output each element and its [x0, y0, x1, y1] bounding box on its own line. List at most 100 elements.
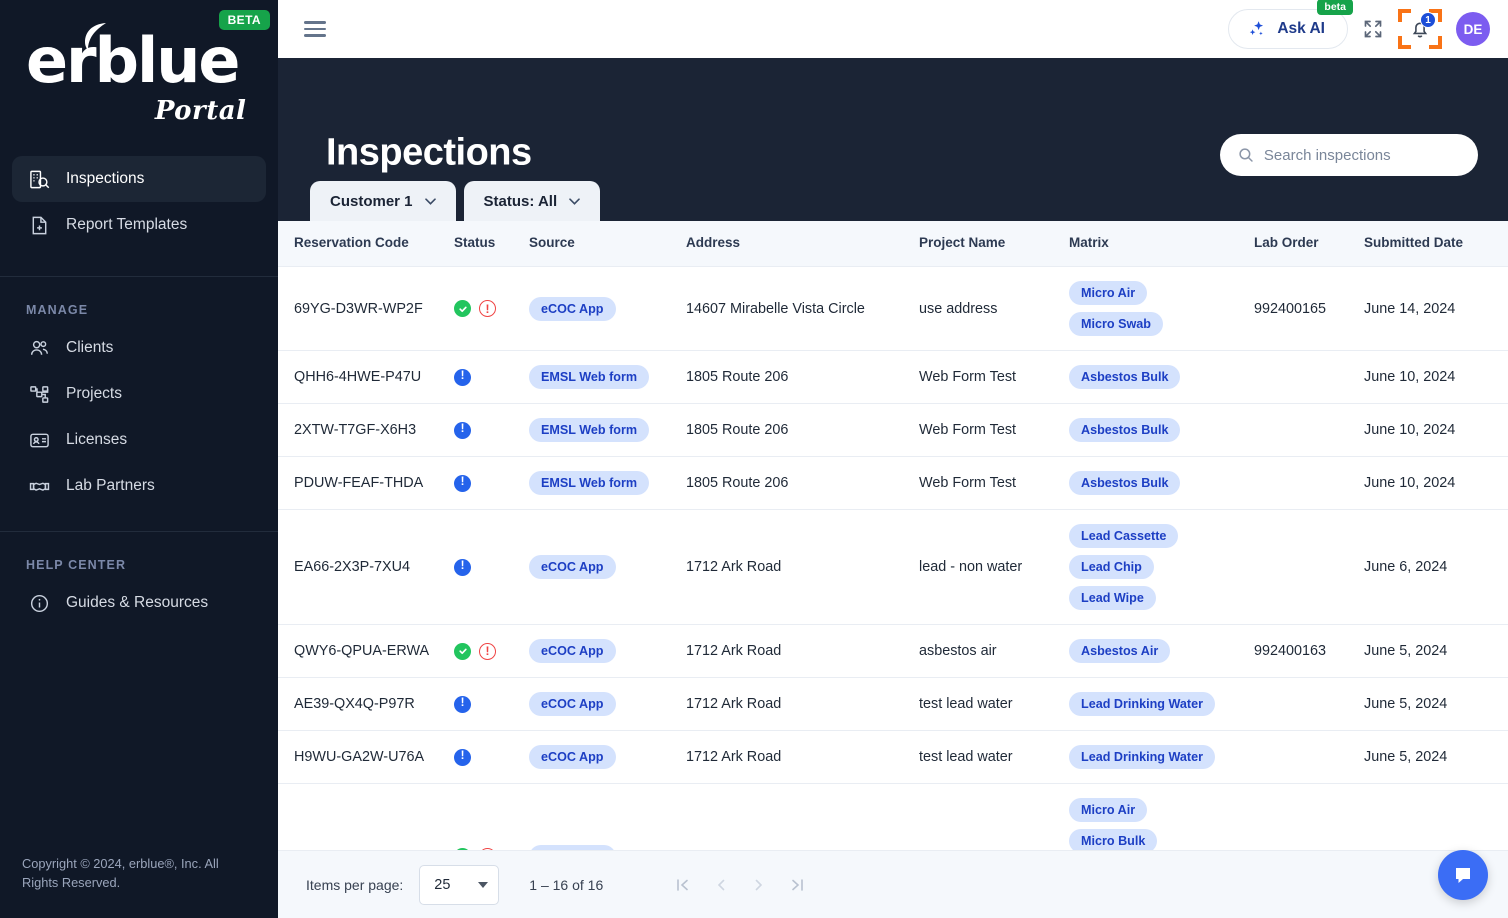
col-header-source[interactable]: Source [529, 221, 686, 267]
cell-source: EMSL Web form [529, 403, 686, 457]
table-row[interactable]: EA66-2X3P-7XU4! eCOC App 1712 Ark Road lead… [278, 509, 1508, 625]
cell-lab-order: 992400163 [1254, 624, 1364, 678]
items-per-page-value: 25 [434, 876, 451, 893]
prev-page-icon[interactable] [709, 873, 733, 897]
last-page-icon[interactable] [785, 873, 809, 897]
sidebar-item-projects[interactable]: Projects [12, 371, 266, 417]
cell-status: ! [454, 403, 529, 457]
sidebar-nav-manage: Clients Projects Licenses Lab Partners [0, 325, 278, 509]
filter-tabs: Customer 1 Status: All [310, 181, 601, 221]
cell-address: 1712 Ark Road [686, 624, 919, 678]
handshake-icon [28, 475, 50, 497]
status-error-icon: ! [479, 642, 496, 660]
cell-source: EMSL Web form [529, 456, 686, 510]
cell-matrix: Lead Drinking Water [1069, 677, 1254, 731]
cell-address: 1805 Route 206 [686, 456, 919, 510]
source-chip: eCOC App [529, 745, 616, 769]
filter-status[interactable]: Status: All [463, 181, 601, 221]
cell-project-name: test lead water [919, 730, 1069, 784]
table-row[interactable]: QWY6-QPUA-ERWA! eCOC App 1712 Ark Road asbe… [278, 624, 1508, 678]
table-row[interactable]: 69YG-D3WR-WP2F! eCOC App 14607 Mirabelle V… [278, 266, 1508, 351]
cell-status: ! [454, 677, 529, 731]
table-head: Reservation Code Status Source Address P… [278, 221, 1508, 267]
table-row[interactable]: H9WU-GA2W-U76A! eCOC App 1712 Ark Road test… [278, 730, 1508, 784]
cell-matrix: Asbestos Bulk [1069, 403, 1254, 457]
col-header-reservation-code[interactable]: Reservation Code [278, 221, 454, 267]
sidebar-item-clients[interactable]: Clients [12, 325, 266, 371]
filter-status-label: Status: All [483, 192, 558, 210]
table-row[interactable]: 2XTW-T7GF-X6H3! EMSL Web form 1805 Route 2… [278, 403, 1508, 457]
next-page-icon[interactable] [747, 873, 771, 897]
highlight-corner-tl [1398, 9, 1411, 22]
cell-status: ! [454, 266, 529, 351]
status-ok-icon [454, 642, 471, 660]
ask-ai-button[interactable]: Ask AI beta [1228, 0, 1353, 49]
sidebar-item-licenses[interactable]: Licenses [12, 417, 266, 463]
sitemap-icon [28, 383, 50, 405]
status-ok-icon [454, 300, 471, 317]
status-info-icon: ! [454, 474, 471, 492]
col-header-address[interactable]: Address [686, 221, 919, 267]
users-icon [28, 337, 50, 359]
table-row[interactable]: PDUW-FEAF-THDA! EMSL Web form 1805 Route 2… [278, 456, 1508, 510]
ask-ai-label: Ask AI [1277, 20, 1325, 37]
beta-badge: BETA [218, 10, 270, 30]
chat-bubble-icon[interactable] [1438, 850, 1488, 900]
cell-submitted-date: June 5, 2024 [1364, 677, 1508, 731]
search-box[interactable] [1220, 134, 1478, 176]
app-root: erblue Portal BETA Inspections Report Te… [0, 0, 1508, 918]
search-icon [1239, 148, 1253, 162]
cell-source: eCOC App [529, 266, 686, 351]
cell-submitted-date: June 5, 2024 [1364, 730, 1508, 784]
chevron-down-icon [569, 197, 580, 205]
status-info-icon: ! [454, 368, 471, 386]
cell-project-name: Web Form Test [919, 456, 1069, 510]
sidebar-item-report-templates[interactable]: Report Templates [12, 202, 266, 248]
cell-matrix: Asbestos Bulk [1069, 456, 1254, 510]
avatar[interactable]: DE [1456, 12, 1490, 46]
cell-status: ! [454, 624, 529, 678]
col-header-lab-order[interactable]: Lab Order [1254, 221, 1364, 267]
sidebar-item-label: Guides & Resources [66, 594, 209, 611]
search-input[interactable] [1263, 146, 1460, 164]
col-header-project-name[interactable]: Project Name [919, 221, 1069, 267]
status-info-icon: ! [454, 748, 471, 766]
sidebar-item-guides-resources[interactable]: Guides & Resources [12, 580, 266, 626]
table-row[interactable]: AE39-QX4Q-P97R! eCOC App 1712 Ark Road test… [278, 677, 1508, 731]
matrix-chip: Micro Air [1069, 798, 1148, 822]
cell-submitted-date: June 14, 2024 [1364, 266, 1508, 351]
source-chip: EMSL Web form [529, 471, 650, 495]
cell-reservation-code: PDUW-FEAF-THDA [278, 456, 454, 510]
status-error-icon: ! [479, 300, 496, 317]
sidebar-item-inspections[interactable]: Inspections [12, 156, 266, 202]
chevron-down-icon [478, 881, 489, 888]
sidebar-item-lab-partners[interactable]: Lab Partners [12, 463, 266, 509]
sidebar-copyright: Copyright © 2024, erblue®, Inc. All Righ… [22, 855, 219, 890]
cell-status: ! [454, 730, 529, 784]
hamburger-icon[interactable] [304, 21, 326, 37]
col-header-submitted-date[interactable]: Submitted Date [1364, 221, 1508, 267]
col-header-matrix[interactable]: Matrix [1069, 221, 1254, 267]
first-page-icon[interactable] [671, 873, 695, 897]
topbar-actions: Ask AI beta 1 DE [1228, 0, 1490, 51]
logo-area: erblue Portal BETA [0, 0, 278, 148]
id-card-icon [28, 429, 50, 451]
table-row[interactable]: QHH6-4HWE-P47U! EMSL Web form 1805 Route 2… [278, 350, 1508, 404]
cell-submitted-date: June 10, 2024 [1364, 350, 1508, 404]
file-plus-icon [28, 214, 50, 236]
logo-subtitle: Portal [154, 96, 247, 126]
notifications-button[interactable]: 1 [1398, 7, 1442, 51]
filter-customer-label: Customer 1 [330, 192, 413, 210]
col-header-status[interactable]: Status [454, 221, 529, 267]
filter-customer[interactable]: Customer 1 [310, 181, 456, 221]
sidebar: erblue Portal BETA Inspections Report Te… [0, 0, 278, 918]
items-per-page-select[interactable]: 25 [419, 864, 500, 905]
matrix-chip: Asbestos Bulk [1069, 471, 1181, 495]
cell-source: eCOC App [529, 730, 686, 784]
cell-project-name: Web Form Test [919, 403, 1069, 457]
cell-matrix: Asbestos Air [1069, 624, 1254, 678]
inspections-table: Reservation Code Status Source Address P… [278, 221, 1508, 918]
cell-submitted-date: June 6, 2024 [1364, 509, 1508, 625]
cell-reservation-code: QHH6-4HWE-P47U [278, 350, 454, 404]
expand-icon[interactable] [1362, 18, 1384, 40]
